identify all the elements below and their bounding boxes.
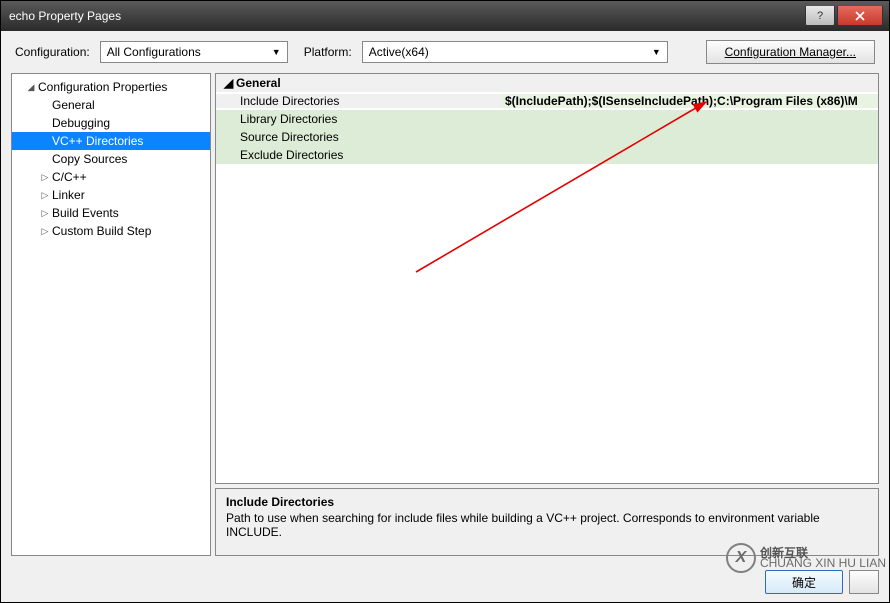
grid-label: Library Directories (216, 112, 501, 126)
content-area: ◢ Configuration Properties General Debug… (1, 73, 889, 562)
grid-row-library-directories[interactable]: Library Directories (216, 110, 878, 128)
chevron-down-icon: ▼ (272, 47, 281, 57)
tree-item-build-events[interactable]: ▷Build Events (12, 204, 210, 222)
grid-row-include-directories[interactable]: Include Directories $(IncludePath);$(ISe… (216, 92, 878, 110)
description-text: Path to use when searching for include f… (226, 511, 868, 539)
titlebar: echo Property Pages ? (1, 1, 889, 31)
footer-button-2[interactable] (849, 570, 879, 594)
configuration-manager-button[interactable]: Configuration Manager... (706, 40, 875, 64)
tree-item-custom-build-step[interactable]: ▷Custom Build Step (12, 222, 210, 240)
tree-item-vcpp-directories[interactable]: VC++ Directories (12, 132, 210, 150)
expand-icon: ▷ (40, 208, 50, 219)
close-button[interactable] (837, 6, 883, 26)
configuration-combo[interactable]: All Configurations ▼ (100, 41, 288, 63)
description-title: Include Directories (226, 495, 868, 509)
tree-root[interactable]: ◢ Configuration Properties (12, 78, 210, 96)
tree-item-linker[interactable]: ▷Linker (12, 186, 210, 204)
grid-label: Include Directories (216, 94, 501, 108)
tree-view[interactable]: ◢ Configuration Properties General Debug… (11, 73, 211, 556)
tree-root-label: Configuration Properties (36, 80, 167, 94)
chevron-down-icon: ▼ (652, 47, 661, 57)
grid-row-exclude-directories[interactable]: Exclude Directories (216, 146, 878, 164)
expand-icon: ▷ (40, 190, 50, 201)
grid-category[interactable]: ◢General (216, 74, 878, 92)
tree-item-debugging[interactable]: Debugging (12, 114, 210, 132)
configuration-value: All Configurations (107, 45, 201, 59)
window-title: echo Property Pages (7, 9, 803, 23)
grid-row-source-directories[interactable]: Source Directories (216, 128, 878, 146)
platform-value: Active(x64) (369, 45, 429, 59)
grid-value[interactable]: $(IncludePath);$(ISenseIncludePath);C:\P… (501, 94, 878, 108)
collapse-icon: ◢ (26, 82, 36, 93)
expand-icon: ▷ (40, 172, 50, 183)
property-grid[interactable]: ◢General Include Directories $(IncludePa… (215, 73, 879, 484)
main-panel: ◢General Include Directories $(IncludePa… (215, 73, 879, 556)
expand-icon: ▷ (40, 226, 50, 237)
tree-item-ccpp[interactable]: ▷C/C++ (12, 168, 210, 186)
help-button[interactable]: ? (805, 6, 835, 26)
platform-combo[interactable]: Active(x64) ▼ (362, 41, 668, 63)
tree-item-general[interactable]: General (12, 96, 210, 114)
property-pages-window: echo Property Pages ? Configuration: All… (0, 0, 890, 603)
ok-button[interactable]: 确定 (765, 570, 843, 594)
watermark: X 创新互联 CHUANG XIN HU LIAN (726, 543, 886, 573)
toolbar: Configuration: All Configurations ▼ Plat… (1, 31, 889, 73)
close-icon (855, 11, 865, 21)
collapse-icon: ◢ (224, 76, 236, 90)
grid-label: Source Directories (216, 130, 501, 144)
tree-item-copy-sources[interactable]: Copy Sources (12, 150, 210, 168)
configuration-label: Configuration: (15, 45, 90, 59)
grid-label: Exclude Directories (216, 148, 501, 162)
platform-label: Platform: (304, 45, 352, 59)
watermark-logo-icon: X (726, 543, 756, 573)
